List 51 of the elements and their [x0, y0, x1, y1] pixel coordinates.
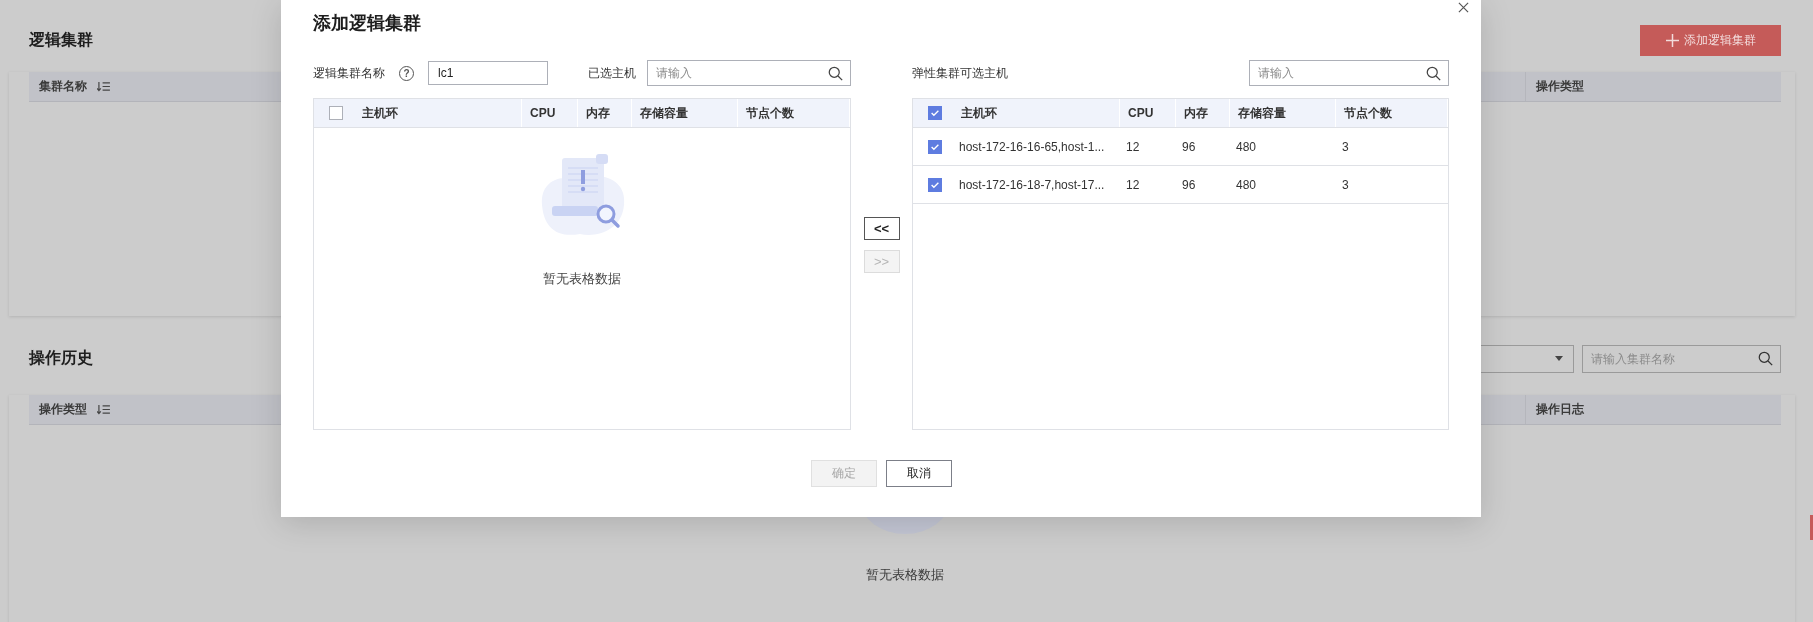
field-label: 已选主机 [588, 64, 636, 82]
column-header: 存储容量 [1238, 104, 1286, 122]
select-all-checkbox[interactable] [928, 106, 942, 120]
select-all-checkbox[interactable] [329, 106, 343, 120]
section-title: 操作历史 [29, 348, 93, 368]
row-checkbox[interactable] [928, 177, 942, 192]
column-header: 主机环 [961, 104, 997, 122]
table-cell: host-172-16-18-7,host-17... [959, 177, 1105, 192]
column-header: 操作类型 [1536, 78, 1584, 95]
table-cell: 12 [1126, 139, 1140, 154]
close-icon[interactable] [1458, 2, 1469, 13]
dialog-title: 添加逻辑集群 [313, 12, 422, 34]
scroll-marker [1810, 515, 1813, 540]
row-checkbox[interactable] [928, 139, 942, 154]
search-icon [1758, 351, 1773, 366]
column-header: 存储容量 [640, 104, 688, 122]
search-field[interactable]: 请输入 [647, 60, 851, 86]
table-cell: 96 [1182, 139, 1196, 154]
column-header: 集群名称 [39, 78, 87, 95]
table-cell: 3 [1342, 177, 1349, 192]
section-title: 逻辑集群 [29, 29, 93, 50]
transfer-button[interactable]: << [863, 217, 900, 240]
empty-message: 暂无表格数据 [543, 270, 621, 288]
table-cell: 12 [1126, 177, 1140, 192]
search-field[interactable]: 请输入集群名称 [1582, 344, 1781, 373]
column-header: 操作日志 [1536, 401, 1584, 418]
name-input[interactable]: lc1 [428, 61, 548, 85]
column-header: 主机环 [362, 104, 398, 122]
sort-icon[interactable] [97, 81, 110, 92]
search-icon [828, 65, 843, 81]
column-header: CPU [530, 106, 556, 120]
table-cell: 3 [1342, 139, 1349, 154]
column-header: 内存 [586, 104, 610, 122]
panel-label: 弹性集群可选主机 [912, 64, 1008, 82]
search-icon [1426, 65, 1441, 81]
table-cell: 96 [1182, 177, 1196, 192]
column-header: CPU [1128, 106, 1154, 120]
empty-message: 暂无表格数据 [866, 566, 944, 584]
sort-icon[interactable] [97, 404, 110, 415]
caret-icon [1555, 356, 1563, 361]
column-header: 节点个数 [1344, 104, 1392, 122]
search-field[interactable]: 请输入 [1249, 60, 1449, 86]
column-header: 节点个数 [746, 104, 794, 122]
field-label: 逻辑集群名称 [313, 64, 385, 82]
dialog-button[interactable]: 取消 [885, 460, 952, 487]
table-cell: 480 [1236, 177, 1257, 192]
table-cell: 480 [1236, 139, 1257, 154]
plus-icon [1665, 33, 1679, 47]
column-header: 操作类型 [39, 401, 87, 418]
column-header: 内存 [1184, 104, 1208, 122]
table-cell: host-172-16-16-65,host-1... [959, 139, 1105, 154]
